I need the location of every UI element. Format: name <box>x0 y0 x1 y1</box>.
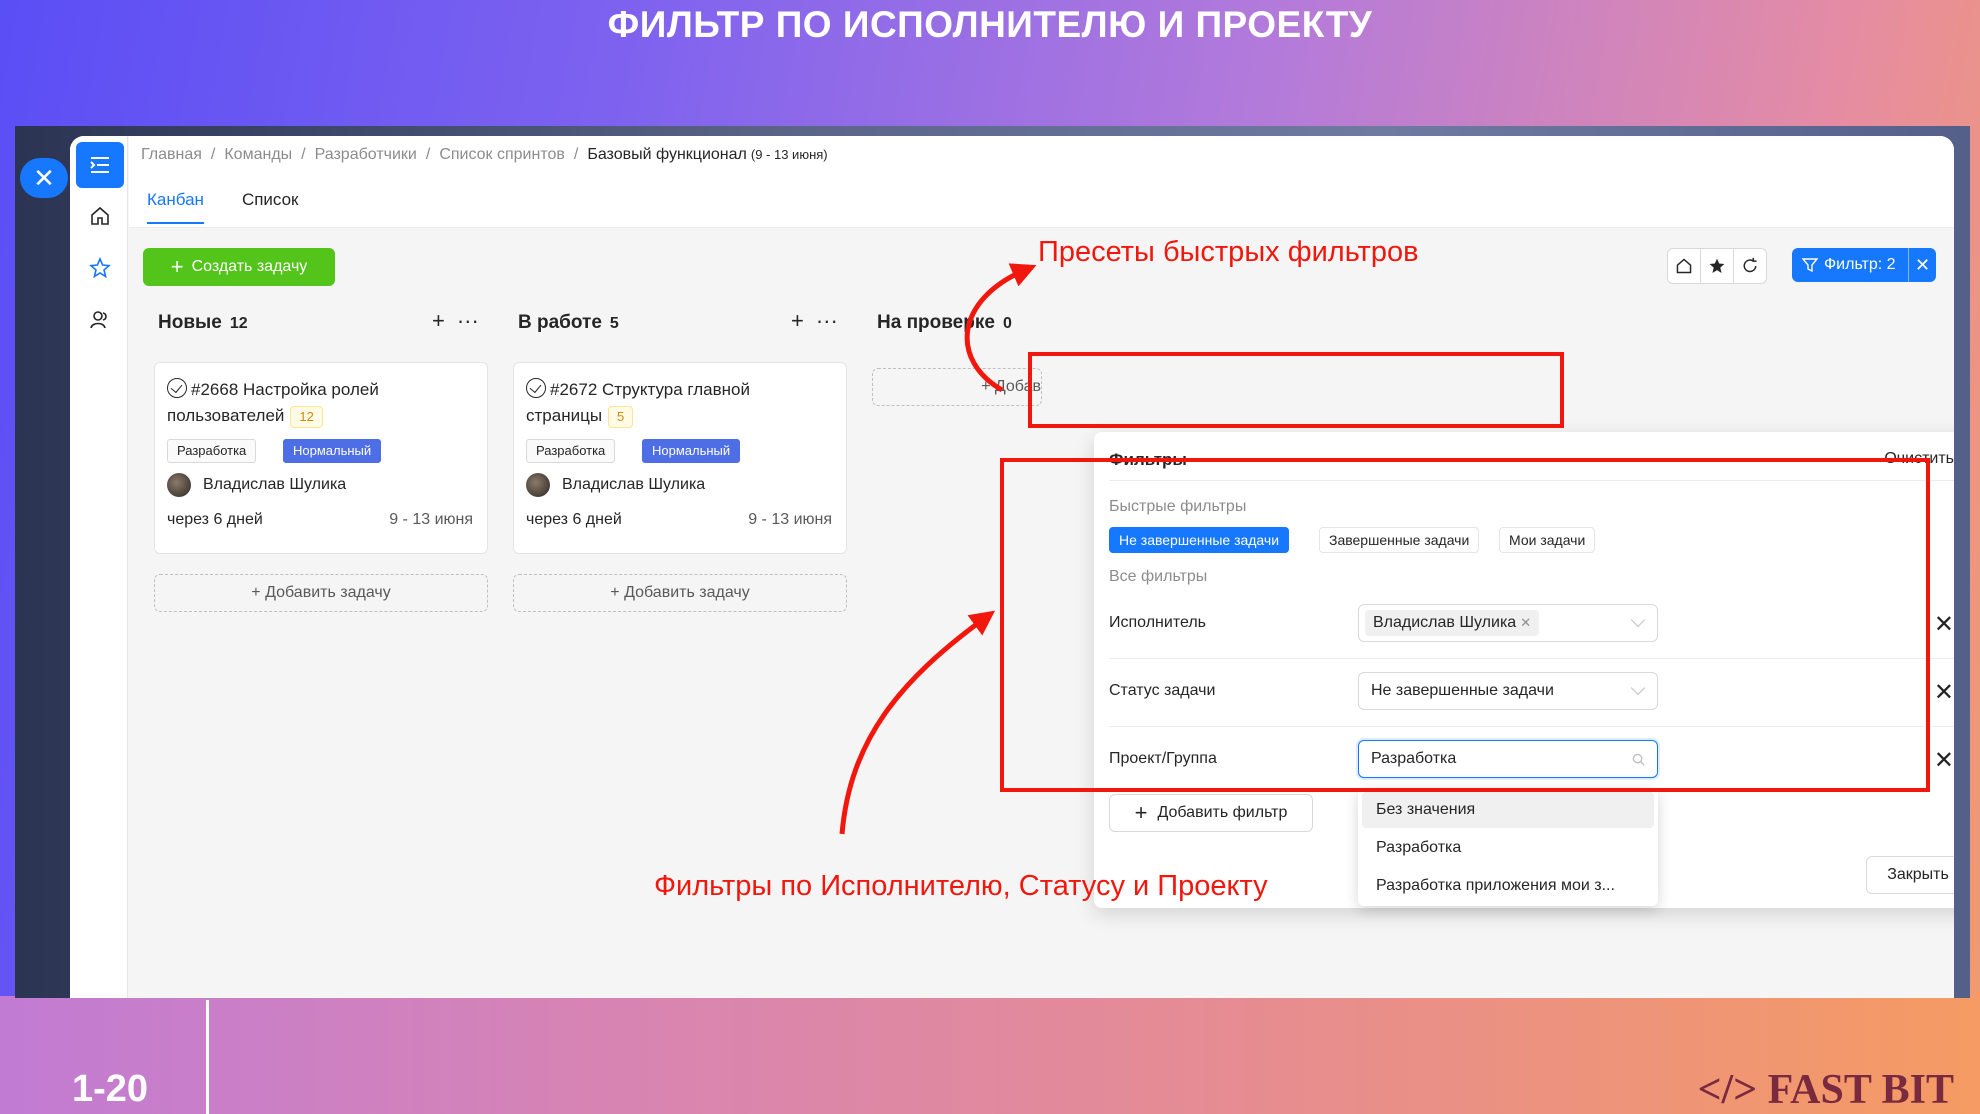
annotation-arrows <box>839 263 1037 835</box>
footer-divider <box>206 1000 209 1114</box>
slide-number: 1-20 <box>72 1068 149 1110</box>
arrow-to-filters <box>839 610 996 835</box>
brand-logo: </> FAST BIT <box>1697 1067 1954 1113</box>
arrow-to-presets <box>964 263 1037 393</box>
